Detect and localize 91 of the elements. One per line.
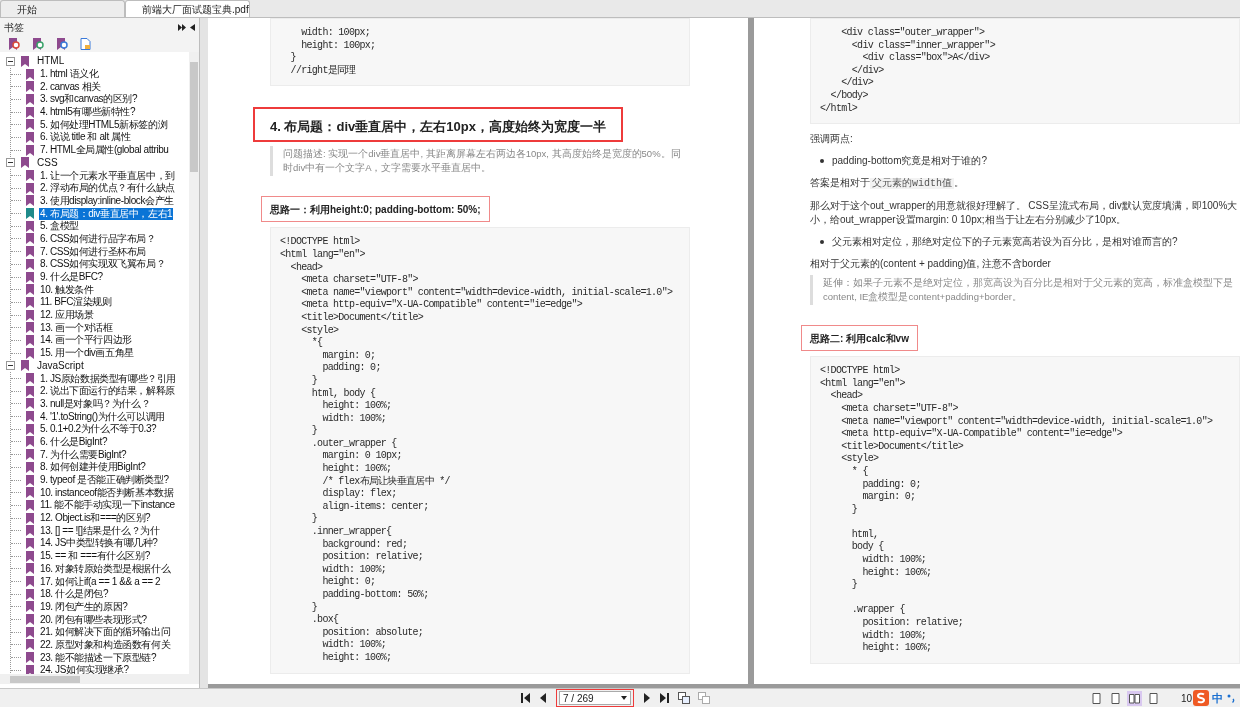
tree-item[interactable]: 14. 画一个平行四边形 <box>39 334 133 347</box>
tree-item[interactable]: 19. 闭包产生的原因? <box>39 600 129 613</box>
collapse-icon[interactable] <box>6 158 15 168</box>
tree-item[interactable]: 16. 对象转原始类型是根据什么 <box>39 562 172 575</box>
tree-item[interactable]: 11. BFC渲染规则 <box>39 296 113 309</box>
tree-item[interactable]: 1. html 语义化 <box>39 68 100 81</box>
quote-text: 延伸：如果子元素不是绝对定位，那宽高设为百分比是相对于父元素的宽高，标准盒模型下是content, IE盒模型是content+padding+border。 <box>810 275 1240 306</box>
tree-item[interactable]: 4. html5有哪些新特性? <box>39 106 137 119</box>
tree-item[interactable]: 20. 闭包有哪些表现形式? <box>39 613 148 626</box>
bookmark-tool-icon[interactable] <box>32 38 44 50</box>
bullet-text: padding-bottom究竟是相对于谁的? <box>832 154 988 169</box>
tree-item[interactable]: 1. 让一个元素水平垂直居中，到 <box>39 169 176 182</box>
panel-title: 书签 <box>4 20 24 35</box>
tree-item[interactable]: 24. JS如何实现继承? <box>39 664 130 674</box>
code-block: <!DOCTYPE html> <html lang="en"> <head> <meta charset="UTF-8"> <meta name="viewport" content="width=device-width, initial-scale=1.0"> <meta http-equiv="X-UA-Compatible" content="ie=edge"> <title>Document</title> <style> *{ margin: 0; padding: 0; } html, body { height: 100%; width: 100%; } .outer_wrapper { margin: 0 10px; height: 100%; /* flex布局让块垂直居中 */ display: flex; align-items: center; } .inner_wrapper{ background: red; position: relative; width: 100%; height: 0; padding-bottom: 50%; } .box{ position: absolute; width: 100%; height: 100%; <box>270 227 690 674</box>
ime-mode[interactable]: 中 <box>1212 689 1223 707</box>
tree-item[interactable]: 13. [] == ![]结果是什么？为什 <box>39 524 161 537</box>
tree-item[interactable]: 9. 什么是BFC? <box>39 271 104 284</box>
tree-item[interactable]: 2. 说出下面运行的结果，解释原 <box>39 385 176 398</box>
tree-item[interactable]: 7. CSS如何进行圣杯布局 <box>39 245 148 258</box>
tree-item[interactable]: 13. 画一个对话框 <box>39 321 114 334</box>
tree-item[interactable]: 8. 如何创建并使用BigInt? <box>39 461 147 474</box>
bookmark-tool-icon[interactable] <box>56 38 68 50</box>
tree-item[interactable]: 11. 能不能手动实现一下instance <box>39 499 176 512</box>
tree-item[interactable]: 1. JS原始数据类型有哪些？引用 <box>39 372 177 385</box>
tree-item[interactable]: HTML <box>35 55 67 68</box>
document-tool-icon[interactable] <box>80 38 91 50</box>
paragraph: 那么对于这个out_wrapper的用意就很好理解了。 CSS呈流式布局，div默认宽度填满，即100%大小，给out_wrapper设置margin: 0 10px;相当于让左右分别减少了10px。 <box>810 199 1239 228</box>
approach-label: 思路一：利用height:0; padding-bottom: 50%; <box>261 196 490 223</box>
next-page-icon[interactable] <box>642 693 652 703</box>
ime-logo-icon[interactable] <box>1193 690 1209 706</box>
tree-item[interactable]: 6. 什么是BigInt? <box>39 435 109 448</box>
page-number-field[interactable]: 7 / 269 <box>559 691 631 705</box>
tree-item[interactable]: 4. 布局题：div垂直居中，左右1 <box>39 207 174 220</box>
tree-item[interactable]: 14. JS中类型转换有哪几种? <box>39 537 159 550</box>
tree-item[interactable]: 9. typeof 是否能正确判断类型? <box>39 474 170 487</box>
tree-item[interactable]: 5. 如何处理HTML5新标签的浏 <box>39 118 169 131</box>
first-page-icon[interactable] <box>520 693 530 703</box>
pages-icon[interactable] <box>678 692 690 704</box>
tree-item[interactable]: 7. 为什么需要BigInt? <box>39 448 128 461</box>
section-heading: 4. 布局题：div垂直居中，左右10px，高度始终为宽度一半 <box>253 107 623 143</box>
tree-item[interactable]: 18. 什么是闭包? <box>39 588 110 601</box>
collapse-icon[interactable] <box>6 56 15 66</box>
view-mode-button[interactable] <box>1126 690 1142 706</box>
tree-item[interactable]: 21. 如何解决下面的循环输出问 <box>39 626 172 639</box>
tree-item[interactable]: 10. 触发条件 <box>39 283 95 296</box>
paragraph: 相对于父元素的(content + padding)值, 注意不含border <box>810 257 1052 272</box>
tree-item[interactable]: JavaScript <box>35 359 86 372</box>
tree-item[interactable]: 15. 用一个div画五角星 <box>39 347 135 360</box>
tree-item[interactable]: 8. CSS如何实现双飞翼布局？ <box>39 258 167 271</box>
tree-item[interactable]: CSS <box>35 156 60 169</box>
tree-item[interactable]: 10. instanceof能否判断基本数据 <box>39 486 175 499</box>
expand-panel-icon[interactable] <box>178 23 186 31</box>
tree-item[interactable]: 3. svg和canvas的区别? <box>39 93 139 106</box>
collapse-panel-icon[interactable] <box>190 23 195 31</box>
document-tab[interactable]: 前端大厂面试题宝典.pdf <box>125 0 250 17</box>
code-block: <div class="outer_wrapper"> <div class="inner_wrapper"> <div class="box">A</div> </div> </div> </body> </html> <box>810 18 1240 125</box>
horizontal-scrollbar[interactable] <box>0 674 199 684</box>
paragraph: 答案是相对于 父元素的width值 。 <box>810 176 965 192</box>
quote-text: 问题描述: 实现一个div垂直居中, 其距离屏幕左右两边各10px, 其高度始终是宽度的50%。同时div中有一个文字A，文字需要水平垂直居中。 <box>270 146 690 177</box>
tree-item[interactable]: 3. null是对象吗？为什么？ <box>39 397 152 410</box>
bullet-icon <box>820 159 824 164</box>
previous-page-icon[interactable] <box>538 693 548 703</box>
dropdown-icon[interactable] <box>621 696 627 700</box>
approach-label: 思路二: 利用calc和vw <box>801 325 918 352</box>
tree-item[interactable]: 22. 原型对象和构造函数有何关 <box>39 638 172 651</box>
last-page-icon[interactable] <box>660 693 670 703</box>
document-tab[interactable]: 开始 <box>0 0 125 17</box>
tree-item[interactable]: 4. '1'.toString()为什么可以调用 <box>39 410 166 423</box>
tree-item[interactable]: 23. 能不能描述一下原型链? <box>39 651 158 664</box>
punctuation-icon[interactable] <box>1226 693 1236 703</box>
tree-item[interactable]: 17. 如何让if(a == 1 && a == 2 <box>39 575 162 588</box>
zoom-level[interactable]: 10 <box>1180 690 1192 706</box>
tree-item[interactable]: 5. 0.1+0.2为什么不等于0.3? <box>39 423 158 436</box>
tree-item[interactable]: 5. 盒模型 <box>39 220 80 233</box>
code-block: width: 100px; height: 100px; } //right是同理 <box>270 18 690 87</box>
tree-item[interactable]: 6. CSS如何进行品字布局？ <box>39 232 157 245</box>
tree-item[interactable]: 6. 说说 title 和 alt 属性 <box>39 131 132 144</box>
tree-item[interactable]: 7. HTML全局属性(global attribu <box>39 144 170 157</box>
tree-item[interactable]: 15. == 和 ===有什么区别? <box>39 550 151 563</box>
bookmark-tool-icon[interactable] <box>8 38 20 50</box>
paragraph: 强调两点: <box>810 132 854 147</box>
tree-item[interactable]: 12. 应用场景 <box>39 309 95 322</box>
tree-item[interactable]: 2. 浮动布局的优点？有什么缺点 <box>39 182 176 195</box>
tree-item[interactable]: 2. canvas 相关 <box>39 80 102 93</box>
tree-item[interactable]: 3. 使用display:inline-block会产生 <box>39 194 175 207</box>
bullet-icon <box>820 240 824 245</box>
code-block: <!DOCTYPE html> <html lang="en"> <head> <meta charset="UTF-8"> <meta name="viewport" content="width=device-width, initial-scale=1.0"> <meta http-equiv="X-UA-Compatible" content="ie=edge"> <title>Document</title> <style> * { padding: 0; margin: 0; } html, body { width: 100%; height: 100%; } .wrapper { position: relative; width: 100%; height: 100%; <box>810 356 1240 664</box>
bullet-text: 父元素相对定位，那绝对定位下的子元素宽高若设为百分比，是相对谁而言的? <box>832 235 1178 250</box>
collapse-icon[interactable] <box>6 361 15 371</box>
tree-item[interactable]: 12. Object.is和===的区别? <box>39 512 152 525</box>
